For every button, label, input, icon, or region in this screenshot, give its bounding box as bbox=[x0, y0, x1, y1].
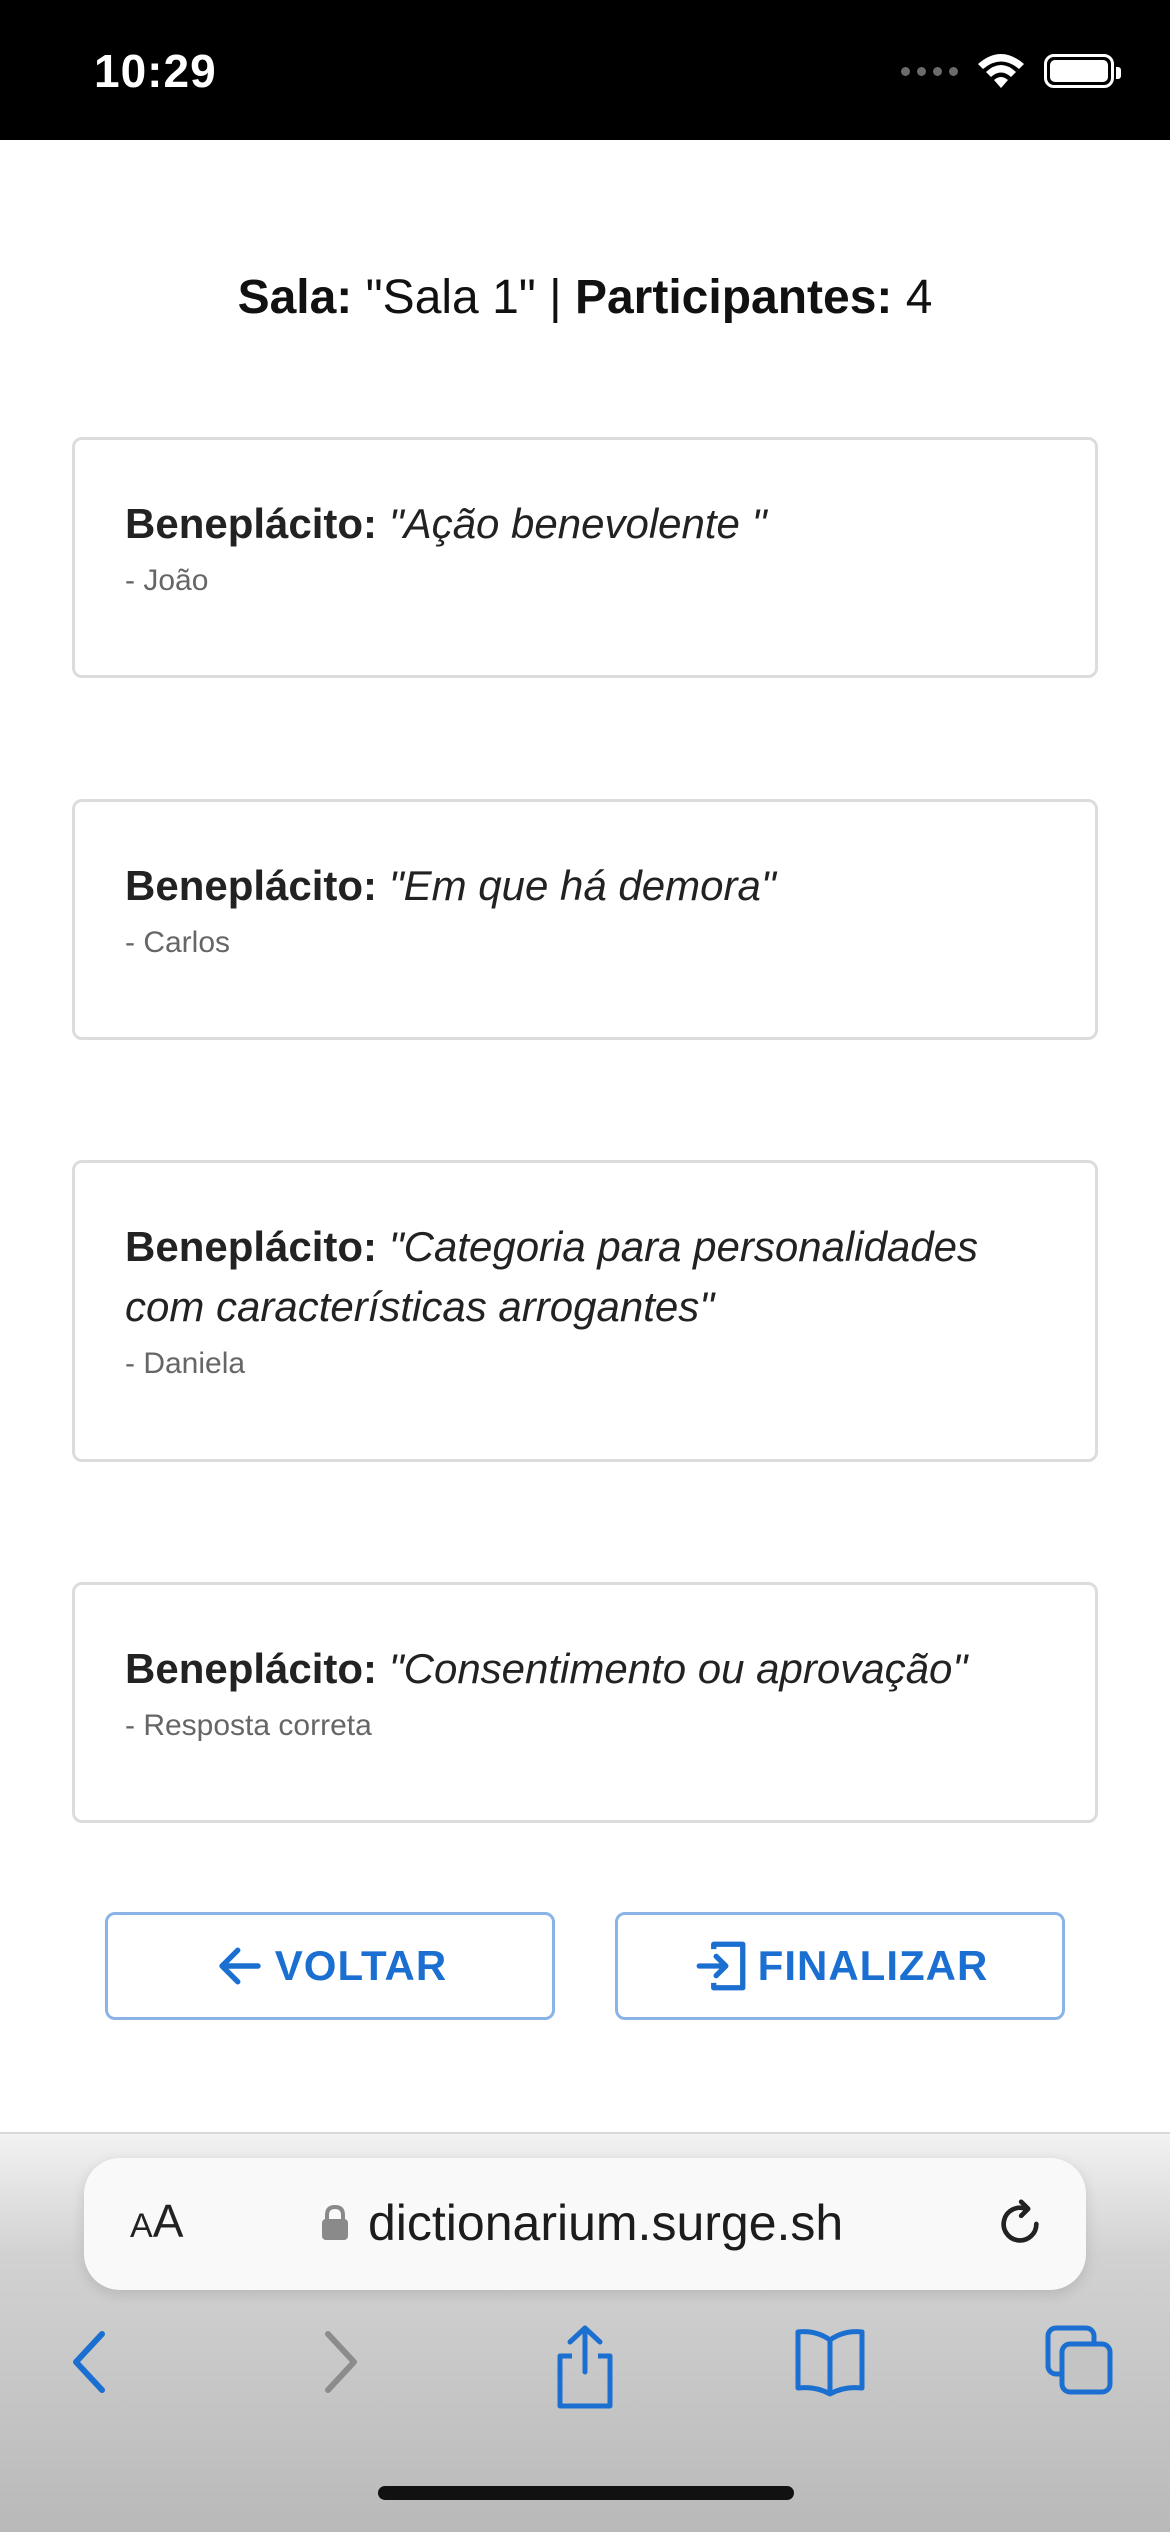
room-value: "Sala 1" | bbox=[352, 271, 575, 324]
finish-button-label: FINALIZAR bbox=[757, 1942, 989, 1989]
card-word: Beneplácito: bbox=[125, 862, 378, 909]
back-nav-icon[interactable] bbox=[62, 2322, 118, 2402]
card-text: Beneplácito: "Em que há demora" bbox=[125, 856, 1047, 916]
arrow-left-icon bbox=[219, 1947, 261, 1985]
answer-card-correct: Beneplácito: "Consentimento ou aprovação… bbox=[72, 1582, 1098, 1823]
back-button[interactable]: VOLTAR bbox=[105, 1912, 555, 2020]
room-label: Sala: bbox=[237, 271, 353, 324]
room-header: Sala: "Sala 1" | Participantes: 4 bbox=[0, 270, 1170, 325]
status-icons bbox=[901, 52, 1121, 90]
answer-card: Beneplácito: "Categoria para personalida… bbox=[72, 1160, 1098, 1462]
lock-icon bbox=[322, 2204, 348, 2240]
text-size-button[interactable]: AA bbox=[130, 2194, 183, 2248]
card-word: Beneplácito: bbox=[125, 1645, 378, 1692]
url-text: dictionarium.surge.sh bbox=[368, 2195, 844, 2251]
bookmarks-icon[interactable] bbox=[792, 2322, 868, 2402]
card-author: - Carlos bbox=[125, 926, 231, 959]
card-author: - Resposta correta bbox=[125, 1709, 372, 1742]
card-definition: "Em que há demora" bbox=[388, 862, 776, 909]
answer-card: Beneplácito: "Ação benevolente " - João bbox=[72, 437, 1098, 678]
cellular-signal-icon bbox=[901, 66, 958, 76]
card-text: Beneplácito: "Categoria para personalida… bbox=[125, 1217, 1047, 1337]
finish-button[interactable]: FINALIZAR bbox=[615, 1912, 1065, 2020]
card-word: Beneplácito: bbox=[125, 1223, 378, 1270]
answer-card: Beneplácito: "Em que há demora" - Carlos bbox=[72, 799, 1098, 1040]
exit-to-app-icon bbox=[696, 1941, 746, 1991]
card-text: Beneplácito: "Ação benevolente " bbox=[125, 494, 1047, 554]
back-button-label: VOLTAR bbox=[274, 1942, 448, 1989]
home-indicator bbox=[378, 2486, 794, 2500]
browser-nav bbox=[0, 2322, 1170, 2422]
participants-label: Participantes: bbox=[574, 271, 893, 324]
wifi-icon bbox=[978, 54, 1024, 88]
tabs-icon[interactable] bbox=[1042, 2322, 1116, 2402]
card-definition: "Consentimento ou aprovação" bbox=[388, 1645, 968, 1692]
text-size-small: A bbox=[130, 2207, 153, 2245]
card-author: - Daniela bbox=[125, 1347, 246, 1380]
card-word: Beneplácito: bbox=[125, 500, 378, 547]
card-text: Beneplácito: "Consentimento ou aprovação… bbox=[125, 1639, 1047, 1699]
reload-icon[interactable] bbox=[992, 2196, 1048, 2252]
text-size-large: A bbox=[152, 2195, 184, 2247]
participants-count: 4 bbox=[892, 271, 933, 324]
forward-nav-icon[interactable] bbox=[312, 2322, 368, 2402]
card-author: - João bbox=[125, 564, 209, 597]
battery-icon bbox=[1044, 54, 1121, 88]
status-time: 10:29 bbox=[94, 45, 217, 97]
status-bar: 10:29 bbox=[0, 0, 1170, 140]
address-bar[interactable]: AA dictionarium.surge.sh bbox=[84, 2158, 1086, 2290]
card-definition: "Ação benevolente " bbox=[388, 500, 767, 547]
browser-toolbar: AA dictionarium.surge.sh bbox=[0, 2132, 1170, 2532]
share-icon[interactable] bbox=[550, 2322, 620, 2412]
